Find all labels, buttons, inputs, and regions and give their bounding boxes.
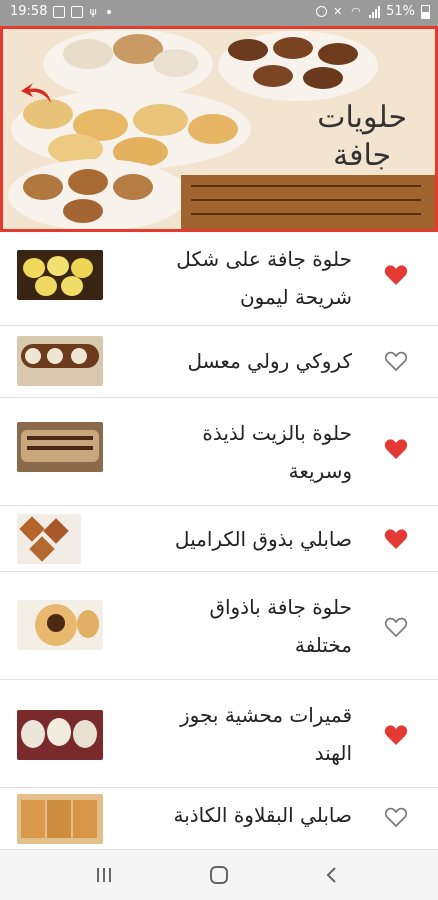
recipe-list: حلوة جافة على شكل شريحة ليمون كروكي رولي… xyxy=(0,232,438,852)
linkedin-icon xyxy=(71,5,84,18)
recipe-row[interactable]: حلوة جافة باذواق مختلفة xyxy=(0,572,438,680)
recipe-thumbnail xyxy=(17,250,103,300)
recipe-row[interactable]: كروكي رولي معسل xyxy=(0,326,438,398)
cookie-image xyxy=(63,39,113,69)
system-nav-bar xyxy=(0,849,438,900)
cookie-image xyxy=(273,37,313,59)
favorite-heart-icon[interactable] xyxy=(384,528,408,550)
recipe-row[interactable]: صابلي البقلاوة الكاذبة xyxy=(0,788,438,852)
cookie-image xyxy=(253,65,293,87)
recipe-title-line1: صابلي البقلاوة الكاذبة xyxy=(173,803,352,827)
cookie-image xyxy=(228,39,268,61)
cookie-image xyxy=(133,104,188,136)
recipe-title: قميرات محشية بجوز الهند xyxy=(102,696,352,772)
cookie-image xyxy=(113,174,153,200)
back-icon[interactable] xyxy=(320,864,344,886)
recipe-title-line1: حلوة بالزيت لذيذة xyxy=(202,421,352,445)
signal-icon xyxy=(369,5,381,18)
alarm-icon xyxy=(316,6,328,17)
recipe-title: حلوة جافة باذواق مختلفة xyxy=(102,588,352,664)
cookie-image xyxy=(63,199,103,223)
recipe-title-line2: الهند xyxy=(314,741,352,765)
status-time: 19:58 xyxy=(10,4,48,19)
gallery-icon xyxy=(53,5,66,18)
recipe-row[interactable]: حلوة جافة على شكل شريحة ليمون xyxy=(0,232,438,326)
favorite-heart-icon[interactable] xyxy=(384,724,408,746)
battery-icon xyxy=(421,4,430,19)
recipe-title-line1: حلوة جافة على شكل xyxy=(176,247,352,271)
wifi-icon: ◠ xyxy=(351,4,361,18)
recipe-title-line2: مختلفة xyxy=(294,633,352,657)
recipe-thumbnail xyxy=(17,600,103,650)
status-bar: 19:58 ψ ✕ ◠ 51% xyxy=(0,0,438,26)
back-arrow-icon[interactable] xyxy=(19,79,55,107)
recipe-title-line2: وسريعة xyxy=(288,459,352,483)
recipe-thumbnail xyxy=(17,710,103,760)
cookie-image xyxy=(68,169,108,195)
cookie-image xyxy=(188,114,238,144)
recipe-title: كروكي رولي معسل xyxy=(102,342,352,380)
cookie-image xyxy=(318,43,358,65)
recipe-thumbnail xyxy=(17,794,103,844)
recipe-title-line1: صابلي بذوق الكراميل xyxy=(174,527,352,551)
category-banner: حلويات جافة xyxy=(0,26,438,232)
cookie-image xyxy=(303,67,343,89)
recipe-title: صابلي بذوق الكراميل xyxy=(102,520,352,558)
cookie-image xyxy=(153,49,198,77)
favorite-heart-icon[interactable] xyxy=(384,350,408,372)
recipe-title: حلوة بالزيت لذيذة وسريعة xyxy=(102,414,352,490)
recipe-thumbnail xyxy=(17,336,103,386)
recipe-title: صابلي البقلاوة الكاذبة xyxy=(102,796,352,834)
recipe-row[interactable]: حلوة بالزيت لذيذة وسريعة xyxy=(0,398,438,506)
recent-apps-icon[interactable] xyxy=(92,864,116,886)
recipe-thumbnail xyxy=(17,514,81,564)
mute-icon: ✕ xyxy=(333,4,343,18)
home-icon[interactable] xyxy=(207,864,231,886)
favorite-heart-icon[interactable] xyxy=(384,806,408,828)
usb-icon: ψ xyxy=(89,4,97,18)
favorite-heart-icon[interactable] xyxy=(384,616,408,638)
banner-title: حلويات جافة xyxy=(317,99,407,175)
recipe-title-line2: شريحة ليمون xyxy=(239,285,352,309)
recipe-row[interactable]: صابلي بذوق الكراميل xyxy=(0,506,438,572)
recipe-title-line1: حلوة جافة باذواق xyxy=(209,595,352,619)
recipe-title-line1: كروكي رولي معسل xyxy=(187,349,352,373)
favorite-heart-icon[interactable] xyxy=(384,264,408,286)
cake-tray-image xyxy=(181,175,435,229)
recipe-title: حلوة جافة على شكل شريحة ليمون xyxy=(102,240,352,316)
recipe-title-line1: قميرات محشية بجوز xyxy=(180,703,352,727)
battery-text: 51% xyxy=(386,4,415,19)
banner-title-line1: حلويات xyxy=(317,100,407,135)
dot-icon xyxy=(107,9,112,14)
banner-title-line2: جافة xyxy=(333,138,392,173)
recipe-row[interactable]: قميرات محشية بجوز الهند xyxy=(0,680,438,788)
recipe-thumbnail xyxy=(17,422,103,472)
favorite-heart-icon[interactable] xyxy=(384,438,408,460)
cookie-image xyxy=(23,174,63,200)
